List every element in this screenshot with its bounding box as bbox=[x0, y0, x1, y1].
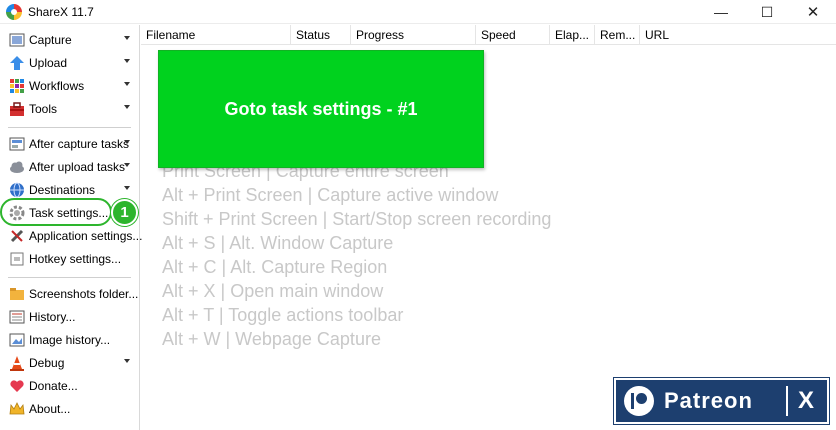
sidebar-item-workflows[interactable]: Workflows bbox=[6, 75, 136, 96]
wrench-icon bbox=[9, 228, 25, 244]
sidebar-item-label: Debug bbox=[29, 355, 65, 370]
cone-icon bbox=[9, 355, 25, 371]
hotkey-hint: Alt + C | Alt. Capture Region bbox=[162, 257, 388, 277]
hotkey-hint: Alt + Print Screen | Capture active wind… bbox=[162, 185, 499, 205]
title-bar: ShareX 11.7 — ☐ ✕ bbox=[0, 0, 836, 24]
tutorial-highlight-ring bbox=[0, 198, 112, 226]
sidebar-item-tools[interactable]: Tools bbox=[6, 98, 136, 119]
keyboard-icon bbox=[9, 251, 25, 267]
upload-arrow-icon bbox=[9, 55, 25, 71]
close-button[interactable]: ✕ bbox=[790, 0, 836, 24]
folder-icon bbox=[9, 286, 25, 302]
sidebar-item-hotkey-settings[interactable]: Hotkey settings... bbox=[6, 248, 136, 269]
capture-icon bbox=[9, 32, 25, 48]
sidebar-item-label: Donate... bbox=[29, 378, 78, 393]
hotkey-hint: Alt + X | Open main window bbox=[162, 281, 384, 301]
sidebar-menu: Capture Upload Workflows Tools After cap… bbox=[0, 25, 142, 430]
column-header-remaining[interactable]: Rem... bbox=[595, 25, 640, 45]
chevron-down-icon bbox=[124, 105, 130, 109]
sidebar-item-label: After capture tasks bbox=[29, 136, 130, 151]
column-header-filename[interactable]: Filename bbox=[141, 25, 291, 45]
sidebar-item-label: Image history... bbox=[29, 332, 111, 347]
chevron-down-icon bbox=[124, 140, 130, 144]
crown-icon bbox=[9, 401, 25, 417]
column-header-url[interactable]: URL bbox=[640, 25, 836, 45]
history-icon bbox=[9, 309, 25, 325]
sidebar-item-donate[interactable]: Donate... bbox=[6, 375, 136, 396]
column-header-progress[interactable]: Progress bbox=[351, 25, 476, 45]
sidebar-item-label: About... bbox=[29, 401, 71, 416]
minimize-button[interactable]: — bbox=[698, 0, 744, 24]
sharex-logo-icon bbox=[6, 4, 22, 20]
chevron-down-icon bbox=[124, 82, 130, 86]
sidebar-item-application-settings[interactable]: Application settings... bbox=[6, 225, 142, 246]
column-header-elapsed[interactable]: Elap... bbox=[550, 25, 595, 45]
sidebar-item-label: Screenshots folder... bbox=[29, 286, 139, 301]
hotkey-hint: Alt + S | Alt. Window Capture bbox=[162, 233, 394, 253]
patreon-label: Patreon bbox=[664, 388, 753, 413]
column-header-speed[interactable]: Speed bbox=[476, 25, 550, 45]
sidebar-item-capture[interactable]: Capture bbox=[6, 29, 136, 50]
hotkey-hint: Alt + T | Toggle actions toolbar bbox=[162, 305, 404, 325]
heart-icon bbox=[9, 378, 25, 394]
sidebar-item-label: Hotkey settings... bbox=[29, 251, 122, 266]
after-capture-icon bbox=[9, 136, 25, 152]
chevron-down-icon bbox=[124, 186, 130, 190]
sidebar-item-destinations[interactable]: Destinations bbox=[6, 179, 136, 200]
column-header-status[interactable]: Status bbox=[291, 25, 351, 45]
sidebar-item-label: Workflows bbox=[29, 78, 85, 93]
maximize-button[interactable]: ☐ bbox=[744, 0, 790, 24]
sidebar-item-screenshots-folder[interactable]: Screenshots folder... bbox=[6, 283, 139, 304]
image-history-icon bbox=[9, 332, 25, 348]
divider bbox=[786, 386, 788, 416]
toolbox-icon bbox=[9, 101, 25, 117]
hotkey-hint: Alt + W | Webpage Capture bbox=[162, 329, 381, 349]
workflows-grid-icon bbox=[9, 78, 25, 94]
separator bbox=[8, 127, 131, 128]
sidebar-item-label: Tools bbox=[29, 101, 58, 116]
sidebar-item-about[interactable]: About... bbox=[6, 398, 136, 419]
separator bbox=[8, 277, 131, 278]
chevron-down-icon bbox=[124, 59, 130, 63]
instruction-overlay: Goto task settings - #1 bbox=[158, 50, 484, 168]
sidebar-item-history[interactable]: History... bbox=[6, 306, 136, 327]
patreon-close-button[interactable]: X bbox=[798, 387, 814, 415]
step-number-badge: 1 bbox=[111, 199, 138, 226]
sidebar-item-debug[interactable]: Debug bbox=[6, 352, 136, 373]
task-list-header: Filename Status Progress Speed Elap... R… bbox=[141, 25, 836, 45]
patreon-banner[interactable]: Patreon X bbox=[614, 378, 829, 424]
sidebar-item-image-history[interactable]: Image history... bbox=[6, 329, 136, 350]
cloud-icon bbox=[9, 159, 25, 175]
chevron-down-icon bbox=[124, 359, 130, 363]
chevron-down-icon bbox=[124, 36, 130, 40]
chevron-down-icon bbox=[124, 163, 130, 167]
sidebar-item-label: History... bbox=[29, 309, 76, 324]
instruction-text: Goto task settings - #1 bbox=[224, 98, 418, 119]
sidebar-item-after-upload-tasks[interactable]: After upload tasks bbox=[6, 156, 136, 177]
sidebar-item-label: Destinations bbox=[29, 182, 96, 197]
patreon-logo-icon bbox=[624, 386, 654, 416]
sidebar-item-label: Upload bbox=[29, 55, 68, 70]
sidebar-item-label: After upload tasks bbox=[29, 159, 126, 174]
sidebar-item-label: Application settings... bbox=[29, 228, 143, 243]
sidebar-item-after-capture-tasks[interactable]: After capture tasks bbox=[6, 133, 136, 154]
sidebar-item-upload[interactable]: Upload bbox=[6, 52, 136, 73]
sidebar-item-label: Capture bbox=[29, 32, 72, 47]
globe-icon bbox=[9, 182, 25, 198]
hotkey-hint: Shift + Print Screen | Start/Stop screen… bbox=[162, 209, 552, 229]
window-title: ShareX 11.7 bbox=[28, 5, 94, 19]
